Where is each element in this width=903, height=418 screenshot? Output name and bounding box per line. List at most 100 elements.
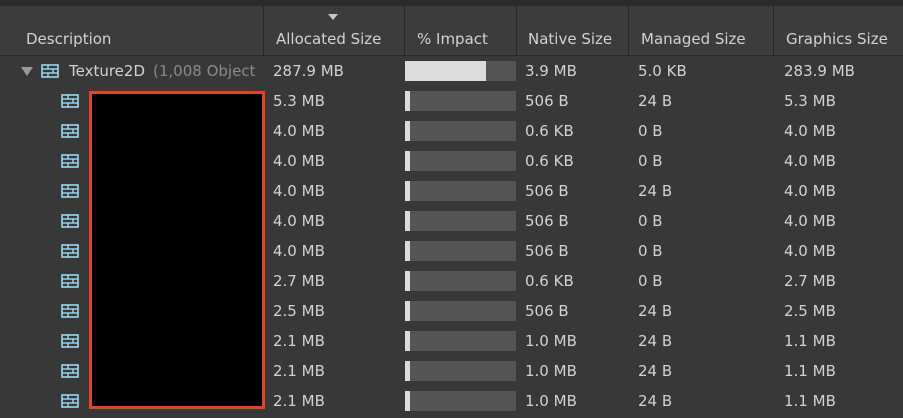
native-size: 506 B [525, 212, 569, 230]
texture-icon [61, 244, 79, 258]
graphics-size: 4.0 MB [784, 242, 836, 260]
managed-size: 0 B [638, 242, 663, 260]
impact-bar [405, 211, 516, 231]
graphics-size: 4.0 MB [784, 152, 836, 170]
impact-bar-fill [405, 211, 410, 231]
managed-size: 24 B [638, 362, 673, 380]
impact-bar [405, 391, 516, 411]
impact-cell [405, 236, 517, 266]
impact-cell [405, 56, 517, 86]
column-label: Native Size [528, 30, 613, 48]
column-header-description[interactable]: Description [0, 6, 264, 56]
texture-icon [61, 124, 79, 138]
column-label: Managed Size [641, 30, 746, 48]
graphics-size: 2.7 MB [784, 272, 836, 290]
native-size: 1.0 MB [525, 332, 577, 350]
impact-cell [405, 116, 517, 146]
graphics-size: 4.0 MB [784, 212, 836, 230]
texture-icon [61, 274, 79, 288]
allocated-size: 2.1 MB [273, 392, 325, 410]
native-size: 1.0 MB [525, 362, 577, 380]
allocated-size: 2.7 MB [273, 272, 325, 290]
texture-icon [61, 184, 79, 198]
impact-bar [405, 271, 516, 291]
column-header-managed-size[interactable]: Managed Size [629, 6, 774, 56]
native-size: 506 B [525, 92, 569, 110]
description-cell: Texture2D (1,008 Object [0, 56, 264, 86]
texture-icon [61, 394, 79, 408]
texture-icon [61, 214, 79, 228]
column-header-allocated-size[interactable]: Allocated Size [264, 6, 405, 56]
impact-bar-fill [405, 301, 410, 321]
column-label: Graphics Size [786, 30, 888, 48]
impact-cell [405, 266, 517, 296]
column-header-impact[interactable]: % Impact [405, 6, 517, 56]
graphics-size: 5.3 MB [784, 92, 836, 110]
graphics-size: 1.1 MB [784, 392, 836, 410]
impact-cell [405, 296, 517, 326]
native-size: 506 B [525, 242, 569, 260]
impact-cell [405, 146, 517, 176]
allocated-size: 4.0 MB [273, 242, 325, 260]
impact-bar-fill [405, 361, 410, 381]
allocated-size: 2.1 MB [273, 332, 325, 350]
texture-icon [61, 154, 79, 168]
texture-icon [61, 304, 79, 318]
impact-bar [405, 151, 516, 171]
impact-bar-fill [405, 121, 410, 141]
texture-icon [61, 94, 79, 108]
native-size: 506 B [525, 302, 569, 320]
texture-icon [61, 334, 79, 348]
impact-bar-fill [405, 181, 410, 201]
managed-size: 0 B [638, 122, 663, 140]
object-count: (1,008 Object [153, 62, 256, 80]
triangle-down-icon[interactable] [21, 67, 33, 76]
allocated-size: 5.3 MB [273, 92, 325, 110]
native-size: 0.6 KB [525, 272, 574, 290]
impact-cell [405, 176, 517, 206]
managed-size: 0 B [638, 272, 663, 290]
impact-cell [405, 356, 517, 386]
impact-cell [405, 326, 517, 356]
impact-cell [405, 386, 517, 416]
graphics-size: 1.1 MB [784, 362, 836, 380]
graphics-size: 4.0 MB [784, 182, 836, 200]
column-header-native-size[interactable]: Native Size [517, 6, 629, 56]
managed-size: 24 B [638, 332, 673, 350]
managed-size: 24 B [638, 92, 673, 110]
allocated-size: 4.0 MB [273, 122, 325, 140]
native-size: 506 B [525, 182, 569, 200]
redaction-box [89, 91, 265, 409]
impact-bar-fill [405, 241, 410, 261]
impact-bar [405, 61, 516, 81]
texture-icon [61, 364, 79, 378]
allocated-size: 4.0 MB [273, 152, 325, 170]
column-label: Allocated Size [276, 30, 382, 48]
impact-bar-fill [405, 151, 410, 171]
texture-icon [41, 64, 59, 78]
managed-size: 24 B [638, 302, 673, 320]
impact-bar-fill [405, 271, 410, 291]
graphics-size: 4.0 MB [784, 122, 836, 140]
group-label: Texture2D (1,008 Object [69, 56, 255, 86]
group-name: Texture2D [69, 62, 146, 80]
allocated-size: 2.5 MB [273, 302, 325, 320]
allocated-size: 287.9 MB [273, 62, 344, 80]
managed-size: 24 B [638, 392, 673, 410]
impact-bar [405, 121, 516, 141]
managed-size: 0 B [638, 152, 663, 170]
graphics-size: 1.1 MB [784, 332, 836, 350]
allocated-size: 2.1 MB [273, 362, 325, 380]
native-size: 0.6 KB [525, 122, 574, 140]
table-header: Description Allocated Size % Impact Nati… [0, 6, 903, 56]
column-label: % Impact [417, 30, 488, 48]
managed-size: 24 B [638, 182, 673, 200]
impact-cell [405, 86, 517, 116]
group-row-texture2d[interactable]: Texture2D (1,008 Object 287.9 MB 3.9 MB 5… [0, 56, 903, 86]
native-size: 0.6 KB [525, 152, 574, 170]
sort-descending-icon [328, 14, 338, 20]
impact-bar-fill [405, 61, 487, 81]
native-size: 1.0 MB [525, 392, 577, 410]
column-header-graphics-size[interactable]: Graphics Size [774, 6, 903, 56]
graphics-size: 2.5 MB [784, 302, 836, 320]
